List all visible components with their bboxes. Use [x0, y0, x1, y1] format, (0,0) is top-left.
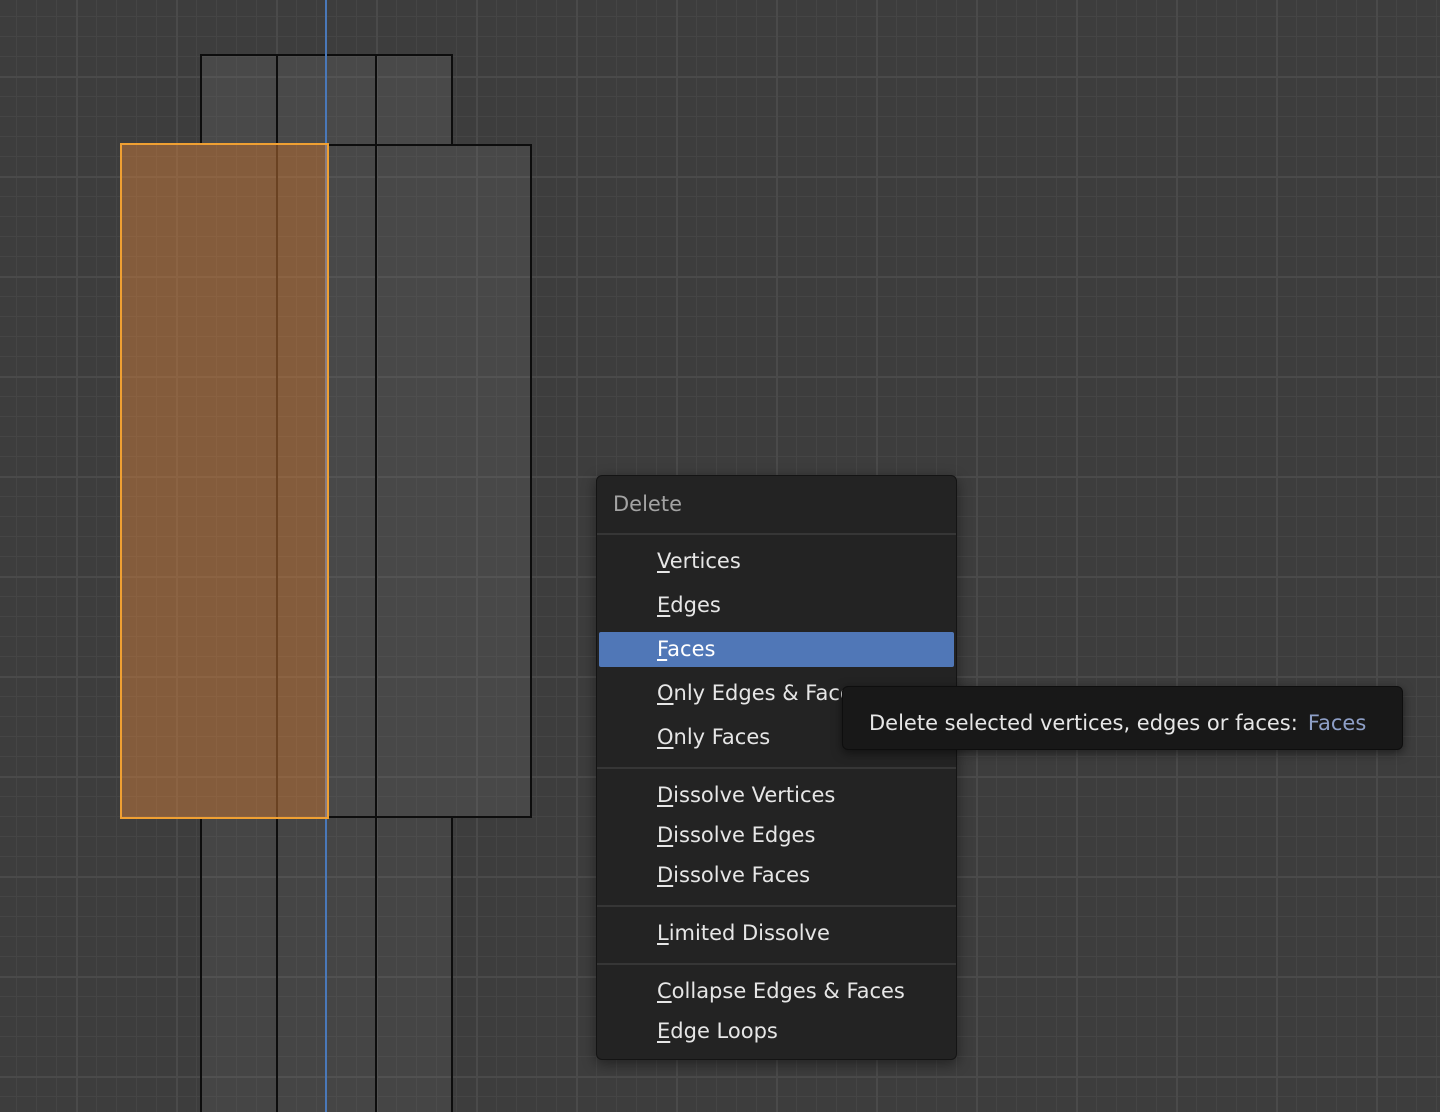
tooltip-value: Faces [1307, 711, 1367, 735]
menu-item-label: Dissolve Edges [657, 823, 816, 847]
menu-item-dissolve-edges[interactable]: Dissolve Edges [599, 818, 954, 853]
3d-viewport[interactable]: Delete Vertices Edges Faces Only Edges &… [0, 0, 1440, 1112]
menu-item-faces[interactable]: Faces [599, 632, 954, 667]
menu-separator [597, 533, 956, 535]
mesh-edge [375, 54, 377, 1112]
menu-item-limited-dissolve[interactable]: Limited Dissolve [599, 916, 954, 951]
delete-menu: Delete Vertices Edges Faces Only Edges &… [596, 475, 957, 1060]
menu-item-label: Only Faces [657, 725, 771, 749]
menu-item-label: Limited Dissolve [657, 921, 830, 945]
menu-item-dissolve-faces[interactable]: Dissolve Faces [599, 858, 954, 893]
menu-item-label: Edges [657, 593, 721, 617]
selected-face[interactable] [120, 143, 329, 819]
menu-separator [597, 963, 956, 965]
tooltip-description: Delete selected vertices, edges or faces… [869, 711, 1298, 735]
menu-item-label: Only Edges & Faces [657, 681, 864, 705]
menu-item-label: Dissolve Vertices [657, 783, 836, 807]
tooltip: Delete selected vertices, edges or faces… [842, 686, 1403, 750]
menu-item-edges[interactable]: Edges [599, 588, 954, 623]
menu-item-label: Vertices [657, 549, 741, 573]
menu-item-label: Collapse Edges & Faces [657, 979, 905, 1003]
menu-item-label: Edge Loops [657, 1019, 778, 1043]
menu-item-label: Faces [657, 637, 716, 661]
menu-item-dissolve-vertices[interactable]: Dissolve Vertices [599, 778, 954, 813]
menu-item-collapse-edges-faces[interactable]: Collapse Edges & Faces [599, 974, 954, 1009]
menu-item-vertices[interactable]: Vertices [599, 544, 954, 579]
menu-item-label: Dissolve Faces [657, 863, 811, 887]
mesh-face-right[interactable] [328, 144, 532, 818]
tooltip-text: Delete selected vertices, edges or faces… [869, 710, 1366, 736]
menu-separator [597, 905, 956, 907]
menu-separator [597, 767, 956, 769]
menu-item-edge-loops[interactable]: Edge Loops [599, 1014, 954, 1049]
menu-title: Delete [613, 492, 682, 516]
